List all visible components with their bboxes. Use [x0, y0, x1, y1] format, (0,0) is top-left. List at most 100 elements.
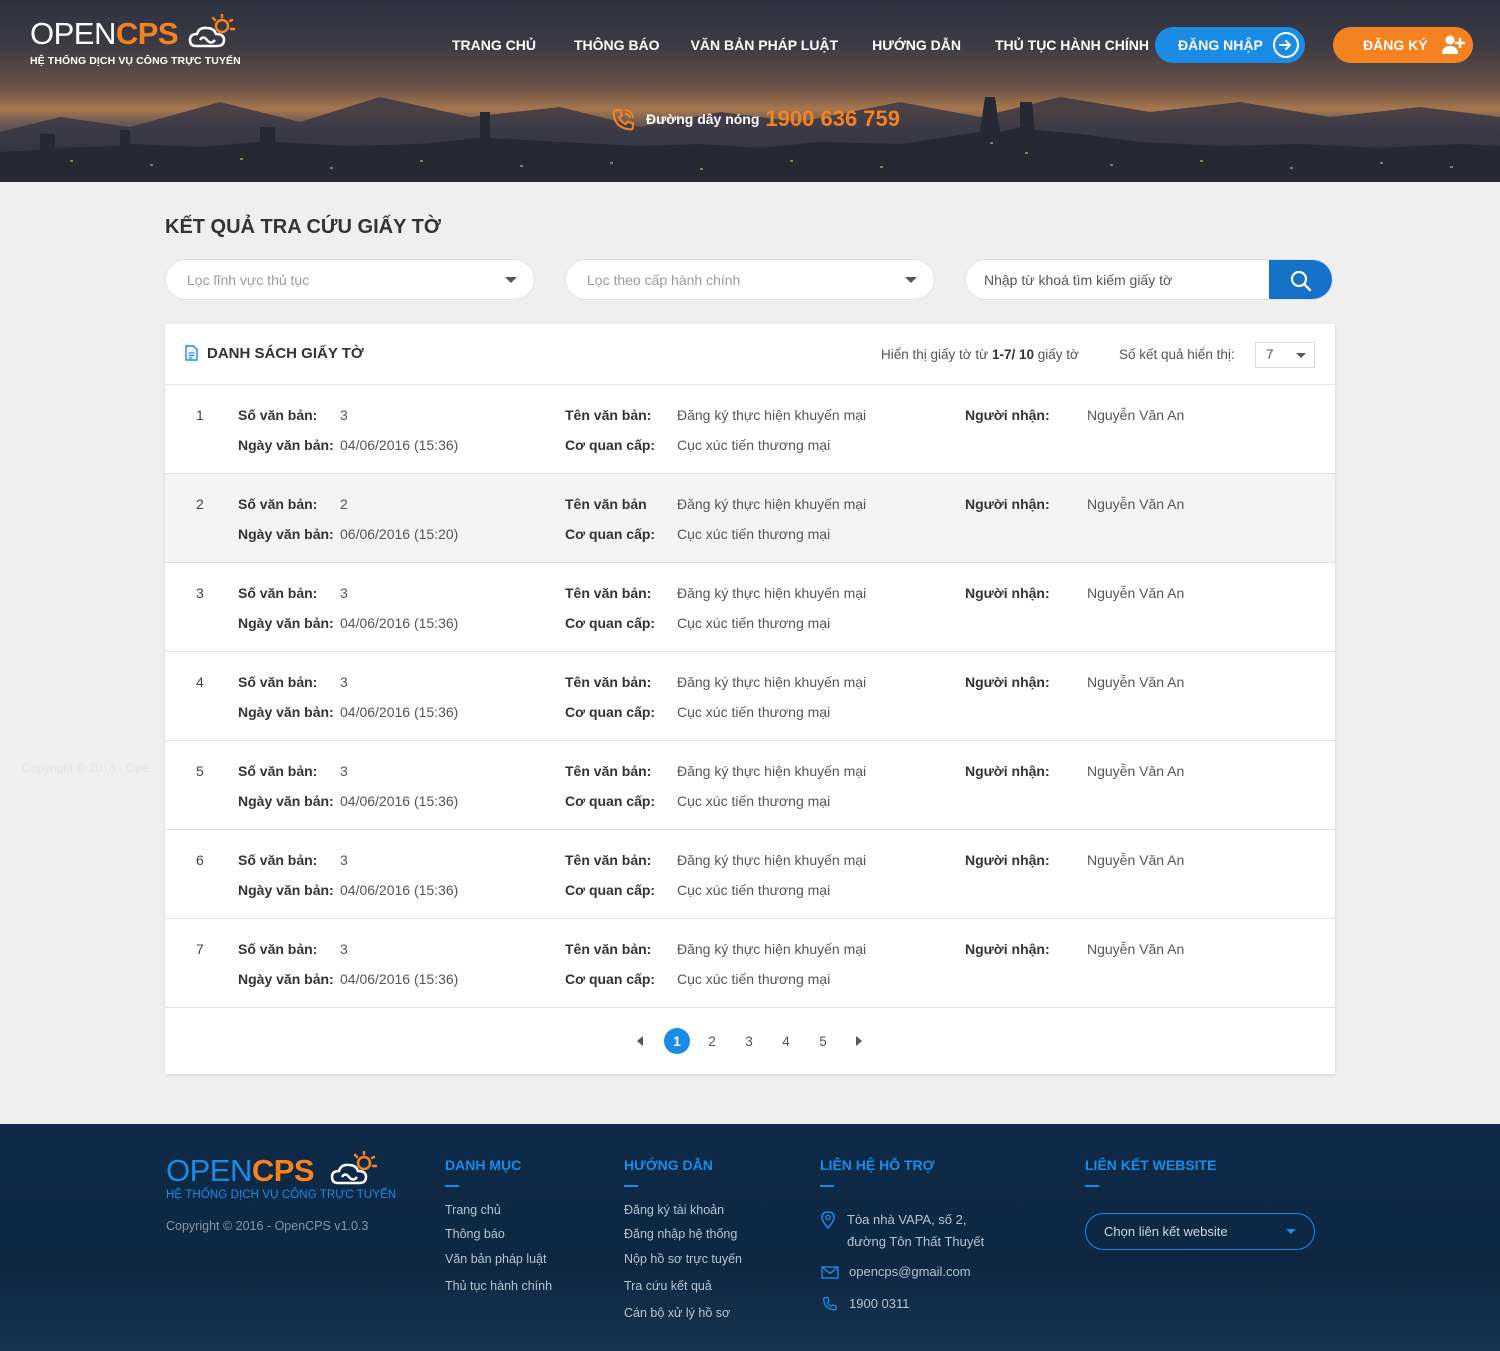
table-row[interactable]: 6 Số văn bản: 3 Ngày văn bản: 04/06/2016… [165, 830, 1335, 919]
footer-link-dang-ky-tai-khoan[interactable]: Đăng ký tài khoản [624, 1203, 724, 1217]
document-list-card: DANH SÁCH GIẤY TỜ Hiển thị giấy tờ từ 1-… [165, 324, 1335, 1074]
phone-icon [822, 1296, 837, 1311]
footer-divider [820, 1185, 834, 1187]
table-row[interactable]: 1 Số văn bản: 3 Ngày văn bản: 04/06/2016… [165, 385, 1335, 474]
ten-van-ban-value: Đăng ký thực hiện khuyến mại [677, 852, 867, 868]
cloud-logo-icon [188, 14, 236, 48]
chevron-right-icon[interactable] [856, 1036, 862, 1046]
site-logo[interactable]: OPENCPS HỆ THỐNG DỊCH VỤ CÔNG TRỰC TUYẾN [30, 14, 241, 67]
so-van-ban-label: Số văn bản: [238, 852, 318, 868]
table-row[interactable]: 4 Số văn bản: 3 Ngày văn bản: 04/06/2016… [165, 652, 1335, 741]
ngay-van-ban-label: Ngày văn bản: [238, 971, 334, 987]
co-quan-cap-value: Cục xúc tiến thương mại [677, 526, 831, 542]
map-pin-icon [821, 1211, 835, 1229]
footer-email[interactable]: opencps@gmail.com [849, 1264, 971, 1279]
row-index: 3 [196, 585, 204, 601]
so-van-ban-label: Số văn bản: [238, 941, 318, 957]
register-button[interactable]: ĐĂNG KÝ [1333, 27, 1473, 63]
nguoi-nhan-label: Người nhận: [965, 496, 1050, 512]
page-2-button[interactable]: 2 [699, 1028, 725, 1054]
hotline-number[interactable]: 1900 636 759 [765, 106, 900, 132]
row-index: 4 [196, 674, 204, 690]
co-quan-cap-label: Cơ quan cấp: [565, 704, 656, 720]
page-4-button[interactable]: 4 [773, 1028, 799, 1054]
caret-down-icon [1286, 1229, 1296, 1234]
search-input[interactable] [966, 260, 1266, 299]
table-row[interactable]: 3 Số văn bản: 3 Ngày văn bản: 04/06/2016… [165, 563, 1335, 652]
footer-danh-muc-title: DANH MỤC [445, 1157, 522, 1173]
so-van-ban-value: 3 [340, 674, 348, 690]
register-button-label: ĐĂNG KÝ [1363, 37, 1428, 53]
co-quan-cap-value: Cục xúc tiến thương mại [677, 882, 831, 898]
footer-divider [624, 1185, 638, 1187]
page-5-button[interactable]: 5 [810, 1028, 836, 1054]
page-title: KẾT QUẢ TRA CỨU GIẤY TỜ [165, 216, 441, 238]
filter-level-select[interactable]: Lọc theo cấp hành chính [565, 259, 935, 300]
ten-van-ban-label: Tên văn bản: [565, 585, 652, 601]
footer-link-dang-nhap-he-thong[interactable]: Đăng nhập hệ thống [624, 1227, 737, 1241]
nav-item-thu-tuc-hanh-chinh[interactable]: THỦ TỤC HÀNH CHÍNH [995, 37, 1149, 53]
cloud-logo-icon [330, 1151, 378, 1185]
nguoi-nhan-value: Nguyễn Văn An [1087, 763, 1185, 779]
footer-divider [445, 1185, 459, 1187]
page-1-button[interactable]: 1 [664, 1028, 690, 1054]
ngay-van-ban-value: 04/06/2016 (15:36) [340, 704, 459, 720]
co-quan-cap-value: Cục xúc tiến thương mại [677, 437, 831, 453]
footer-lien-he-title: LIÊN HỆ HỖ TRỢ [820, 1157, 935, 1173]
table-row[interactable]: 5 Số văn bản: 3 Ngày văn bản: 04/06/2016… [165, 741, 1335, 830]
ngay-van-ban-label: Ngày văn bản: [238, 882, 334, 898]
logo-text-open: OPEN [30, 16, 116, 51]
login-button-label: ĐĂNG NHẬP [1178, 37, 1263, 53]
ten-van-ban-value: Đăng ký thực hiện khuyến mại [677, 496, 867, 512]
chevron-left-icon[interactable] [637, 1036, 643, 1046]
footer-phone[interactable]: 1900 0311 [849, 1296, 910, 1311]
so-van-ban-value: 3 [340, 941, 348, 957]
nav-item-thong-bao[interactable]: THÔNG BÁO [574, 37, 660, 53]
so-van-ban-label: Số văn bản: [238, 585, 318, 601]
footer-logo[interactable]: OPENCPS HỆ THỐNG DỊCH VỤ CÔNG TRỰC TUYẾN [166, 1151, 396, 1201]
so-van-ban-label: Số văn bản: [238, 763, 318, 779]
co-quan-cap-label: Cơ quan cấp: [565, 615, 656, 631]
nguoi-nhan-value: Nguyễn Văn An [1087, 496, 1185, 512]
filter-field-select[interactable]: Lọc lĩnh vực thủ tục [165, 259, 535, 300]
per-page-select[interactable]: 7 [1255, 342, 1315, 368]
footer-link-nop-ho-so[interactable]: Nộp hồ sơ trực tuyến [624, 1252, 742, 1266]
ten-van-ban-label: Tên văn bản: [565, 674, 652, 690]
table-row[interactable]: 2 Số văn bản: 2 Ngày văn bản: 06/06/2016… [165, 474, 1335, 563]
search-button[interactable] [1269, 260, 1332, 299]
co-quan-cap-label: Cơ quan cấp: [565, 437, 656, 453]
logo-subtitle: HỆ THỐNG DỊCH VỤ CÔNG TRỰC TUYẾN [30, 55, 241, 67]
nguoi-nhan-value: Nguyễn Văn An [1087, 407, 1185, 423]
caret-down-icon [905, 277, 917, 283]
footer-link-thu-tuc-hanh-chinh[interactable]: Thủ tục hành chính [445, 1279, 552, 1293]
nav-item-huong-dan[interactable]: HƯỚNG DẪN [872, 37, 961, 53]
nav-item-van-ban-phap-luat[interactable]: VĂN BẢN PHÁP LUẬT [691, 37, 839, 53]
footer-link-van-ban-phap-luat[interactable]: Văn bản pháp luật [445, 1252, 546, 1266]
filter-level-placeholder: Lọc theo cấp hành chính [587, 271, 741, 288]
website-link-select-label: Chọn liên kết website [1104, 1224, 1228, 1239]
footer-link-thong-bao[interactable]: Thông báo [445, 1227, 505, 1241]
result-range-prefix: Hiển thị giấy tờ từ [881, 347, 989, 362]
so-van-ban-label: Số văn bản: [238, 407, 318, 423]
footer-link-can-bo-xu-ly[interactable]: Cán bộ xử lý hồ sơ [624, 1306, 730, 1320]
main-nav: TRANG CHỦ THÔNG BÁO VĂN BẢN PHÁP LUẬT HƯ… [452, 37, 1149, 53]
footer-huong-dan-title: HƯỚNG DẪN [624, 1157, 713, 1173]
so-van-ban-value: 3 [340, 852, 348, 868]
ten-van-ban-value: Đăng ký thực hiện khuyến mại [677, 407, 867, 423]
ngay-van-ban-label: Ngày văn bản: [238, 437, 334, 453]
footer-link-tra-cuu-ket-qua[interactable]: Tra cứu kết quả [624, 1279, 712, 1293]
login-button[interactable]: ĐĂNG NHẬP [1155, 27, 1305, 63]
so-van-ban-value: 3 [340, 407, 348, 423]
search-box [965, 259, 1333, 300]
co-quan-cap-label: Cơ quan cấp: [565, 793, 656, 809]
co-quan-cap-label: Cơ quan cấp: [565, 971, 656, 987]
ten-van-ban-label: Tên văn bản: [565, 763, 652, 779]
result-range-suffix: giấy tờ [1037, 347, 1079, 362]
per-page-label: Số kết quả hiển thị: [1119, 347, 1235, 362]
website-link-select[interactable]: Chọn liên kết website [1085, 1213, 1315, 1250]
footer-link-trang-chu[interactable]: Trang chủ [445, 1203, 501, 1217]
ten-van-ban-label: Tên văn bản [565, 496, 647, 512]
nav-item-trang-chu[interactable]: TRANG CHỦ [452, 37, 536, 53]
table-row[interactable]: 7 Số văn bản: 3 Ngày văn bản: 04/06/2016… [165, 919, 1335, 1008]
page-3-button[interactable]: 3 [736, 1028, 762, 1054]
